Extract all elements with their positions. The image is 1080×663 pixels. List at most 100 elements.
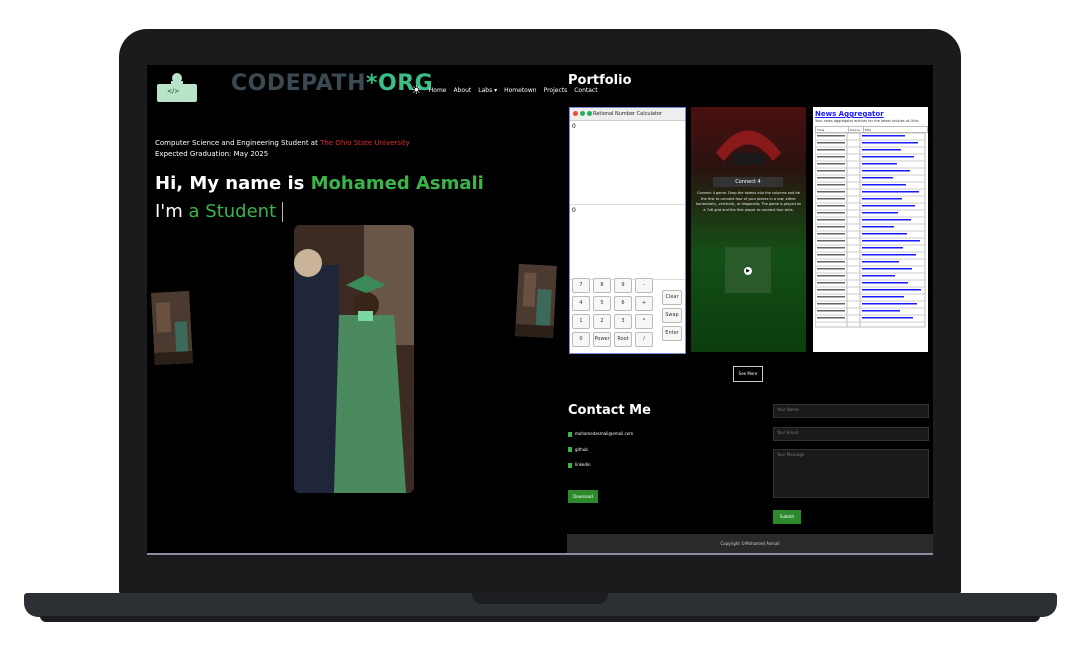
news-row-link[interactable] [862,219,911,221]
submit-button[interactable]: Submit [773,510,801,524]
game-description: Connect 4 game. Drop the tokens into the… [695,191,802,212]
page-footer: Copyright ©Mohamed Asmali [567,534,933,554]
key-root[interactable]: Root [614,332,632,347]
news-row-link[interactable] [862,170,910,172]
portfolio-title: Portfolio [568,73,632,88]
key-divide[interactable]: / [635,332,653,347]
news-row-time [817,254,845,256]
key-clear[interactable]: Clear [662,290,682,305]
news-row-link[interactable] [862,149,901,151]
close-dot-icon[interactable] [573,111,578,116]
key-minus[interactable]: - [635,278,653,293]
news-row-time [817,247,845,249]
news-row-time [817,170,845,172]
news-row-link[interactable] [862,163,897,165]
news-row-time [817,149,845,151]
news-row-time [817,198,845,200]
news-row-link[interactable] [862,184,906,186]
key-swap[interactable]: Swap [662,308,682,323]
news-subtitle: Your news aggregator articles for the la… [815,119,919,123]
news-row-link[interactable] [862,289,921,291]
play-icon[interactable]: ▶ [744,267,752,275]
news-row-link[interactable] [862,191,919,193]
key-2[interactable]: 2 [593,314,611,329]
key-plus[interactable]: + [635,296,653,311]
key-1[interactable]: 1 [572,314,590,329]
calculator-display-bottom: 0 [570,205,685,280]
brand-title[interactable]: CODEPATH*ORG [231,71,433,96]
news-row-time [817,268,845,270]
email-field[interactable]: Your Email [773,427,929,441]
nav-item-hometown[interactable]: Hometown [504,87,536,94]
news-row-link[interactable] [862,261,899,263]
see-more-button[interactable]: See More [733,366,763,382]
news-table-header: Time Source Title [815,126,928,133]
sun-icon[interactable]: ☀ [411,83,422,97]
news-row-time [817,205,845,207]
contact-linkedin[interactable]: linkedin [568,462,633,468]
news-row-link[interactable] [862,310,900,312]
key-4[interactable]: 4 [572,296,590,311]
news-row-link[interactable] [862,317,913,319]
key-6[interactable]: 6 [614,296,632,311]
news-row-link[interactable] [862,268,912,270]
key-8[interactable]: 8 [593,278,611,293]
news-title[interactable]: News Aggregator [813,107,928,119]
news-row-time [817,226,845,228]
key-3[interactable]: 3 [614,314,632,329]
maximize-dot-icon[interactable] [587,111,592,116]
game-banner-image [716,130,781,165]
key-multiply[interactable]: * [635,314,653,329]
contact-email[interactable]: mohamedasmali@email.com [568,431,633,437]
news-row-link[interactable] [862,275,895,277]
key-0[interactable]: 0 [572,332,590,347]
nav-item-labs[interactable]: Labs ▾ [478,87,497,94]
key-enter[interactable]: Enter [662,326,682,341]
news-row-link[interactable] [862,247,903,249]
news-row-link[interactable] [862,254,916,256]
news-row-link[interactable] [862,282,908,284]
hero-greeting: Hi, My name is Mohamed Asmali [155,173,484,194]
contact-title: Contact Me [568,403,651,418]
nav-item-home[interactable]: Home [429,87,447,94]
news-row-link[interactable] [862,205,915,207]
logo-text: </> [167,88,180,95]
key-5[interactable]: 5 [593,296,611,311]
news-row-link[interactable] [862,233,907,235]
message-field[interactable]: Your Message [773,449,929,498]
news-row-link[interactable] [862,303,917,305]
news-row-time [817,240,845,242]
key-9[interactable]: 9 [614,278,632,293]
codepath-logo-icon[interactable] [157,70,197,104]
news-row-time [817,142,845,144]
news-row-link[interactable] [862,156,914,158]
news-row-link[interactable] [862,177,893,179]
calculator-side-keys: Clear Swap Enter [662,290,682,341]
news-row-link[interactable] [862,226,894,228]
calculator-project-card[interactable]: Rational Number Calculator 0 0 7 8 9 - 4… [569,107,686,354]
right-thumbnail-image [515,264,557,338]
news-row-link[interactable] [862,142,918,144]
name-field[interactable]: Your Name [773,404,929,418]
nav-item-projects[interactable]: Projects [544,87,568,94]
nav-item-about[interactable]: About [453,87,471,94]
news-row-time [817,289,845,291]
key-7[interactable]: 7 [572,278,590,293]
left-thumbnail-image [151,291,193,365]
news-row-link[interactable] [862,240,920,242]
connect4-project-card[interactable]: Connect 4 Connect 4 game. Drop the token… [691,107,806,352]
news-row-link[interactable] [862,135,905,137]
news-aggregator-project-card[interactable]: News Aggregator Your news aggregator art… [813,107,928,352]
news-row-link[interactable] [862,296,904,298]
minimize-dot-icon[interactable] [580,111,585,116]
greeting-text: Hi, My name is [155,173,305,194]
contact-github-text: github [575,446,588,452]
news-row-link[interactable] [862,198,902,200]
screen-bottom-edge [147,553,933,555]
calculator-title: Rational Number Calculator [592,111,663,117]
news-row-link[interactable] [862,212,898,214]
key-power[interactable]: Power [593,332,611,347]
intro-line-2: Expected Graduation: May 2025 [155,150,269,158]
resume-button[interactable]: Download [568,490,598,503]
contact-github[interactable]: github [568,446,633,452]
